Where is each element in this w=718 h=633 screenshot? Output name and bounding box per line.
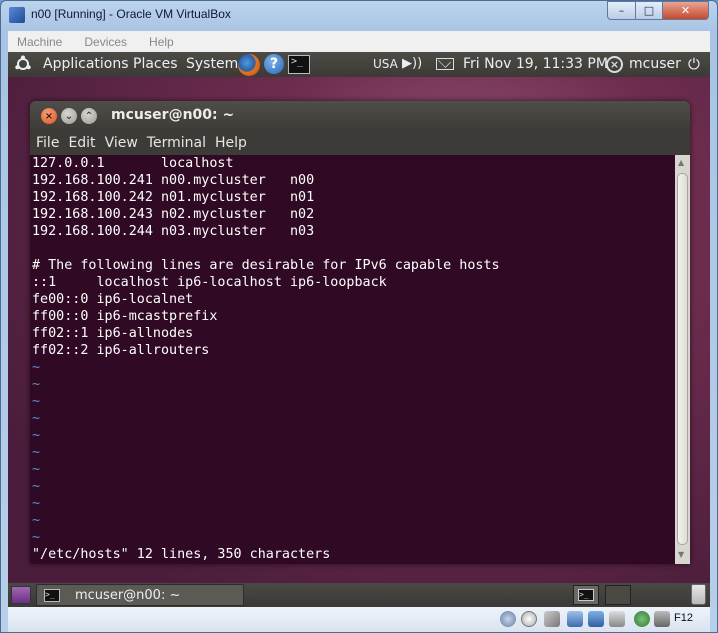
vbox-statusbar: F12 (8, 607, 710, 632)
terminal-menu-view[interactable]: View (105, 135, 138, 151)
terminal-title: mcuser@n00: ~ (111, 107, 235, 123)
vim-empty-line: ~ (32, 411, 41, 426)
vim-empty-line: ~ (32, 530, 41, 545)
vim-empty-line: ~ (32, 428, 41, 443)
terminal-line: 192.168.100.243 n02.mycluster n02 (32, 207, 315, 222)
terminal-line: ::1 localhost ip6-localhost ip6-loopback (32, 275, 387, 290)
shared-folders-icon[interactable] (588, 611, 604, 627)
firefox-icon[interactable] (238, 54, 260, 76)
top-panel: Applications Places System ? >_ USA ▶)) … (8, 52, 710, 77)
scroll-down-arrow-icon[interactable]: ▼ (678, 550, 684, 559)
vim-empty-line: ~ (32, 445, 41, 460)
optical-drive-icon[interactable] (521, 611, 537, 627)
hard-disk-icon[interactable] (500, 611, 516, 627)
host-key-icon[interactable] (654, 611, 670, 627)
terminal-line: ff02::2 ip6-allrouters (32, 343, 210, 358)
clock[interactable]: Fri Nov 19, 11:33 PM (463, 56, 608, 72)
host-key-label: F12 (674, 612, 693, 624)
maximize-icon[interactable]: ⌃ (81, 108, 97, 124)
workspace-1[interactable]: >_ (573, 585, 599, 605)
taskbar-item-label: mcuser@n00: ~ (75, 588, 181, 603)
scroll-up-arrow-icon[interactable]: ▲ (678, 158, 684, 167)
vim-empty-line: ~ (32, 377, 41, 392)
terminal-menu-help[interactable]: Help (215, 135, 247, 151)
workspace-2[interactable] (605, 585, 631, 605)
vim-status-line: "/etc/hosts" 12 lines, 350 characters (32, 547, 331, 562)
terminal-line: 127.0.0.1 localhost (32, 156, 234, 171)
close-icon[interactable]: × (41, 108, 57, 124)
virtualization-icon[interactable] (609, 611, 625, 627)
vim-empty-line: ~ (32, 394, 41, 409)
help-icon[interactable]: ? (264, 54, 284, 74)
keyboard-layout-indicator[interactable]: USA (373, 57, 398, 71)
scrollbar-thumb[interactable] (677, 173, 688, 545)
virtualbox-icon (9, 7, 25, 23)
virtualbox-window: n00 [Running] - Oracle VM VirtualBox – □… (0, 0, 718, 633)
terminal-titlebar[interactable]: × ⌄ ⌃ mcuser@n00: ~ (30, 101, 690, 131)
menu-help[interactable]: Help (149, 35, 174, 49)
window-title: n00 [Running] - Oracle VM VirtualBox (31, 7, 231, 21)
guest-desktop: Applications Places System ? >_ USA ▶)) … (8, 52, 710, 607)
applications-menu[interactable]: Applications (43, 56, 129, 72)
terminal-line: # The following lines are desirable for … (32, 258, 500, 273)
terminal-menu-file[interactable]: File (36, 135, 59, 151)
vim-empty-line: ~ (32, 496, 41, 511)
power-icon[interactable]: ⏻ (688, 55, 705, 73)
vim-empty-line: ~ (32, 513, 41, 528)
terminal-scrollbar[interactable]: ▲ ▼ (675, 155, 690, 564)
network-icon[interactable] (567, 611, 583, 627)
vim-empty-line: ~ (32, 479, 41, 494)
close-button[interactable]: ✕ (662, 1, 709, 20)
bottom-panel: >_ mcuser@n00: ~ >_ (8, 583, 710, 607)
usb-icon[interactable] (544, 611, 560, 627)
volume-icon[interactable]: ▶)) (402, 56, 422, 71)
vim-empty-line: ~ (32, 360, 41, 375)
terminal-menubar: File Edit View Terminal Help (30, 131, 690, 155)
user-menu[interactable]: mcuser (629, 56, 681, 72)
workspace-window-thumbnail: >_ (578, 589, 594, 601)
terminal-launcher-icon[interactable]: >_ (288, 55, 310, 74)
menu-devices[interactable]: Devices (84, 35, 127, 49)
terminal-icon: >_ (44, 589, 60, 602)
user-status-icon[interactable]: × (606, 56, 623, 73)
system-menu[interactable]: System (186, 56, 238, 72)
menu-machine[interactable]: Machine (17, 35, 62, 49)
trash-icon[interactable] (691, 584, 706, 605)
mouse-integration-icon[interactable] (634, 611, 650, 627)
vbox-menubar: Machine Devices Help (8, 31, 710, 52)
terminal-line: 192.168.100.241 n00.mycluster n00 (32, 173, 315, 188)
show-desktop-icon[interactable] (11, 586, 31, 604)
terminal-output[interactable]: 127.0.0.1 localhost 192.168.100.241 n00.… (30, 155, 675, 564)
terminal-line: 192.168.100.242 n01.mycluster n01 (32, 190, 315, 205)
maximize-button[interactable]: □ (635, 1, 663, 20)
taskbar-item-terminal[interactable]: >_ mcuser@n00: ~ (36, 584, 244, 606)
terminal-line: ff02::1 ip6-allnodes (32, 326, 194, 341)
terminal-line: 192.168.100.244 n03.mycluster n03 (32, 224, 315, 239)
minimize-icon[interactable]: ⌄ (61, 108, 77, 124)
terminal-menu-edit[interactable]: Edit (68, 135, 95, 151)
terminal-line: fe00::0 ip6-localnet (32, 292, 194, 307)
minimize-button[interactable]: – (607, 1, 636, 20)
vbox-titlebar[interactable]: n00 [Running] - Oracle VM VirtualBox – □… (1, 1, 717, 29)
ubuntu-logo-icon[interactable] (14, 55, 32, 73)
vim-empty-line: ~ (32, 462, 41, 477)
terminal-line: ff00::0 ip6-mcastprefix (32, 309, 218, 324)
terminal-window: × ⌄ ⌃ mcuser@n00: ~ File Edit View Termi… (30, 101, 690, 564)
terminal-menu-terminal[interactable]: Terminal (147, 135, 206, 151)
mail-icon[interactable] (436, 58, 454, 70)
places-menu[interactable]: Places (133, 56, 178, 72)
